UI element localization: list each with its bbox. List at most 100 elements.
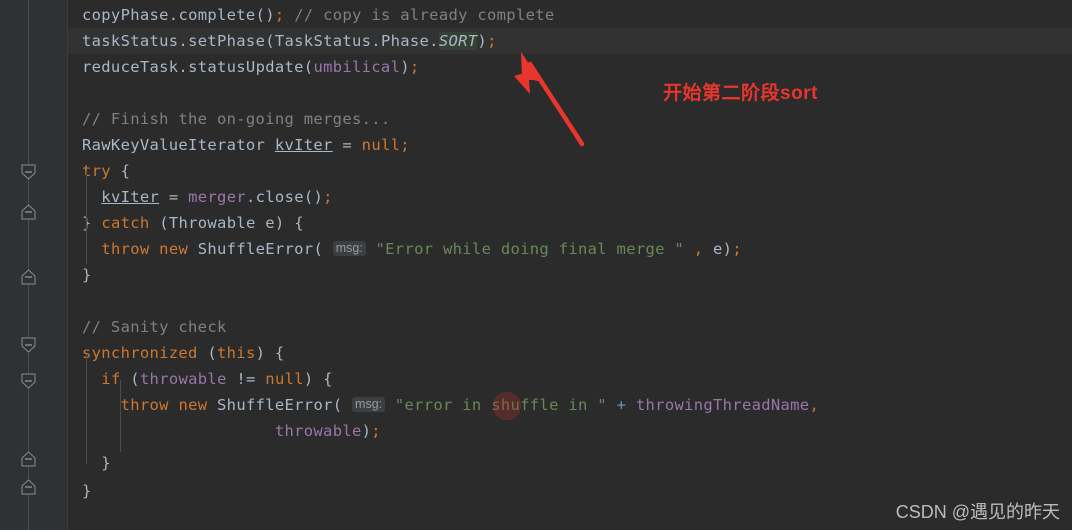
code-token: ) xyxy=(722,240,733,258)
code-line-blank[interactable] xyxy=(68,288,1072,314)
fold-marker-collapse[interactable] xyxy=(21,337,36,353)
parameter-hint-badge: msg: xyxy=(332,241,366,256)
selected-token[interactable]: SORT xyxy=(438,32,478,50)
code-token: ) { xyxy=(303,370,333,388)
code-line[interactable]: copyPhase.complete(); // copy is already… xyxy=(68,2,1072,28)
parameter-hint-badge: msg: xyxy=(352,397,386,412)
code-token: = xyxy=(342,136,353,154)
fold-marker-expand[interactable] xyxy=(21,269,36,285)
indent-guide xyxy=(86,172,87,264)
code-line[interactable]: reduceTask.statusUpdate(umbilical); xyxy=(68,54,1072,80)
code-line[interactable]: throw new ShuffleError( msg: "error in s… xyxy=(68,392,1072,418)
code-token: , xyxy=(809,396,820,414)
code-token: . xyxy=(371,32,381,50)
code-token: ; xyxy=(274,6,285,24)
code-token: synchronized xyxy=(82,344,198,362)
code-token: } xyxy=(82,266,92,284)
code-token: ; xyxy=(323,188,333,206)
code-token: null xyxy=(265,370,304,388)
code-line[interactable]: kvIter = merger.close(); xyxy=(68,184,1072,210)
fold-marker-expand[interactable] xyxy=(21,204,36,220)
code-token: . xyxy=(429,32,439,50)
code-token: ) xyxy=(477,32,488,50)
code-token: ) { xyxy=(255,344,285,362)
code-token: null xyxy=(361,136,401,154)
code-line[interactable]: RawKeyValueIterator kvIter = null; xyxy=(68,132,1072,158)
code-token: statusUpdate xyxy=(188,58,304,76)
code-line-blank[interactable] xyxy=(68,80,1072,106)
code-token: . xyxy=(178,58,189,76)
code-line[interactable]: throwable); xyxy=(68,418,1072,444)
code-token: RawKeyValueIterator xyxy=(82,136,275,154)
code-line[interactable]: // Sanity check xyxy=(68,314,1072,340)
code-editor-screenshot: copyPhase.complete(); // copy is already… xyxy=(0,0,1072,530)
code-string: "Error while doing final merge " xyxy=(375,240,685,258)
mouse-cursor-ghost xyxy=(493,392,521,420)
fold-marker-collapse[interactable] xyxy=(21,373,36,389)
indent-guide xyxy=(86,354,87,464)
code-token: Throwable e xyxy=(168,214,275,232)
code-line[interactable]: try { xyxy=(68,158,1072,184)
code-token: throw xyxy=(101,240,150,258)
code-comment: // Sanity check xyxy=(82,318,227,336)
watermark: CSDN @遇见的昨天 xyxy=(895,502,1060,522)
code-token: copyPhase xyxy=(82,6,169,24)
code-token: } xyxy=(101,454,111,472)
code-line[interactable]: } catch (Throwable e) { xyxy=(68,210,1072,236)
code-token: { xyxy=(120,162,131,180)
code-token: . xyxy=(178,32,189,50)
code-token: ShuffleError xyxy=(207,396,333,414)
fold-marker-expand[interactable] xyxy=(21,479,36,495)
editor-gutter xyxy=(0,0,68,530)
code-token: != xyxy=(236,370,256,388)
code-token: this xyxy=(217,344,256,362)
code-line[interactable]: throw new ShuffleError( msg: "Error whil… xyxy=(68,236,1072,262)
annotation-text: 开始第二阶段sort xyxy=(663,83,818,104)
code-token: ; xyxy=(732,240,742,258)
code-line[interactable]: synchronized (this) { xyxy=(68,340,1072,366)
code-token: Phase xyxy=(380,32,430,50)
code-line[interactable]: if (throwable != null) { xyxy=(68,366,1072,392)
code-token: ; xyxy=(409,58,420,76)
code-token: new xyxy=(159,240,189,258)
code-token: . xyxy=(168,6,179,24)
editor-text-area[interactable]: copyPhase.complete(); // copy is already… xyxy=(68,0,1072,530)
code-line[interactable]: } xyxy=(68,450,1072,476)
code-token: if xyxy=(101,370,121,388)
code-line[interactable]: } xyxy=(68,262,1072,288)
code-token: ) xyxy=(400,58,410,76)
code-token: merger xyxy=(188,188,246,206)
code-token: kvIter xyxy=(101,188,160,206)
code-token: ( xyxy=(303,58,314,76)
code-token: umbilical xyxy=(313,58,401,76)
code-line[interactable]: // Finish the on-going merges... xyxy=(68,106,1072,132)
code-token: throwable xyxy=(274,422,362,440)
code-token: ( xyxy=(207,344,218,362)
code-token: catch xyxy=(101,214,150,232)
code-token: ( xyxy=(313,240,324,258)
code-token: ; xyxy=(400,136,410,154)
code-line-current[interactable]: taskStatus.setPhase(TaskStatus.Phase.SOR… xyxy=(68,28,1072,54)
code-token: ) { xyxy=(274,214,304,232)
fold-marker-expand[interactable] xyxy=(21,451,36,467)
code-token: kvIter xyxy=(274,136,333,154)
fold-marker-collapse[interactable] xyxy=(21,164,36,180)
